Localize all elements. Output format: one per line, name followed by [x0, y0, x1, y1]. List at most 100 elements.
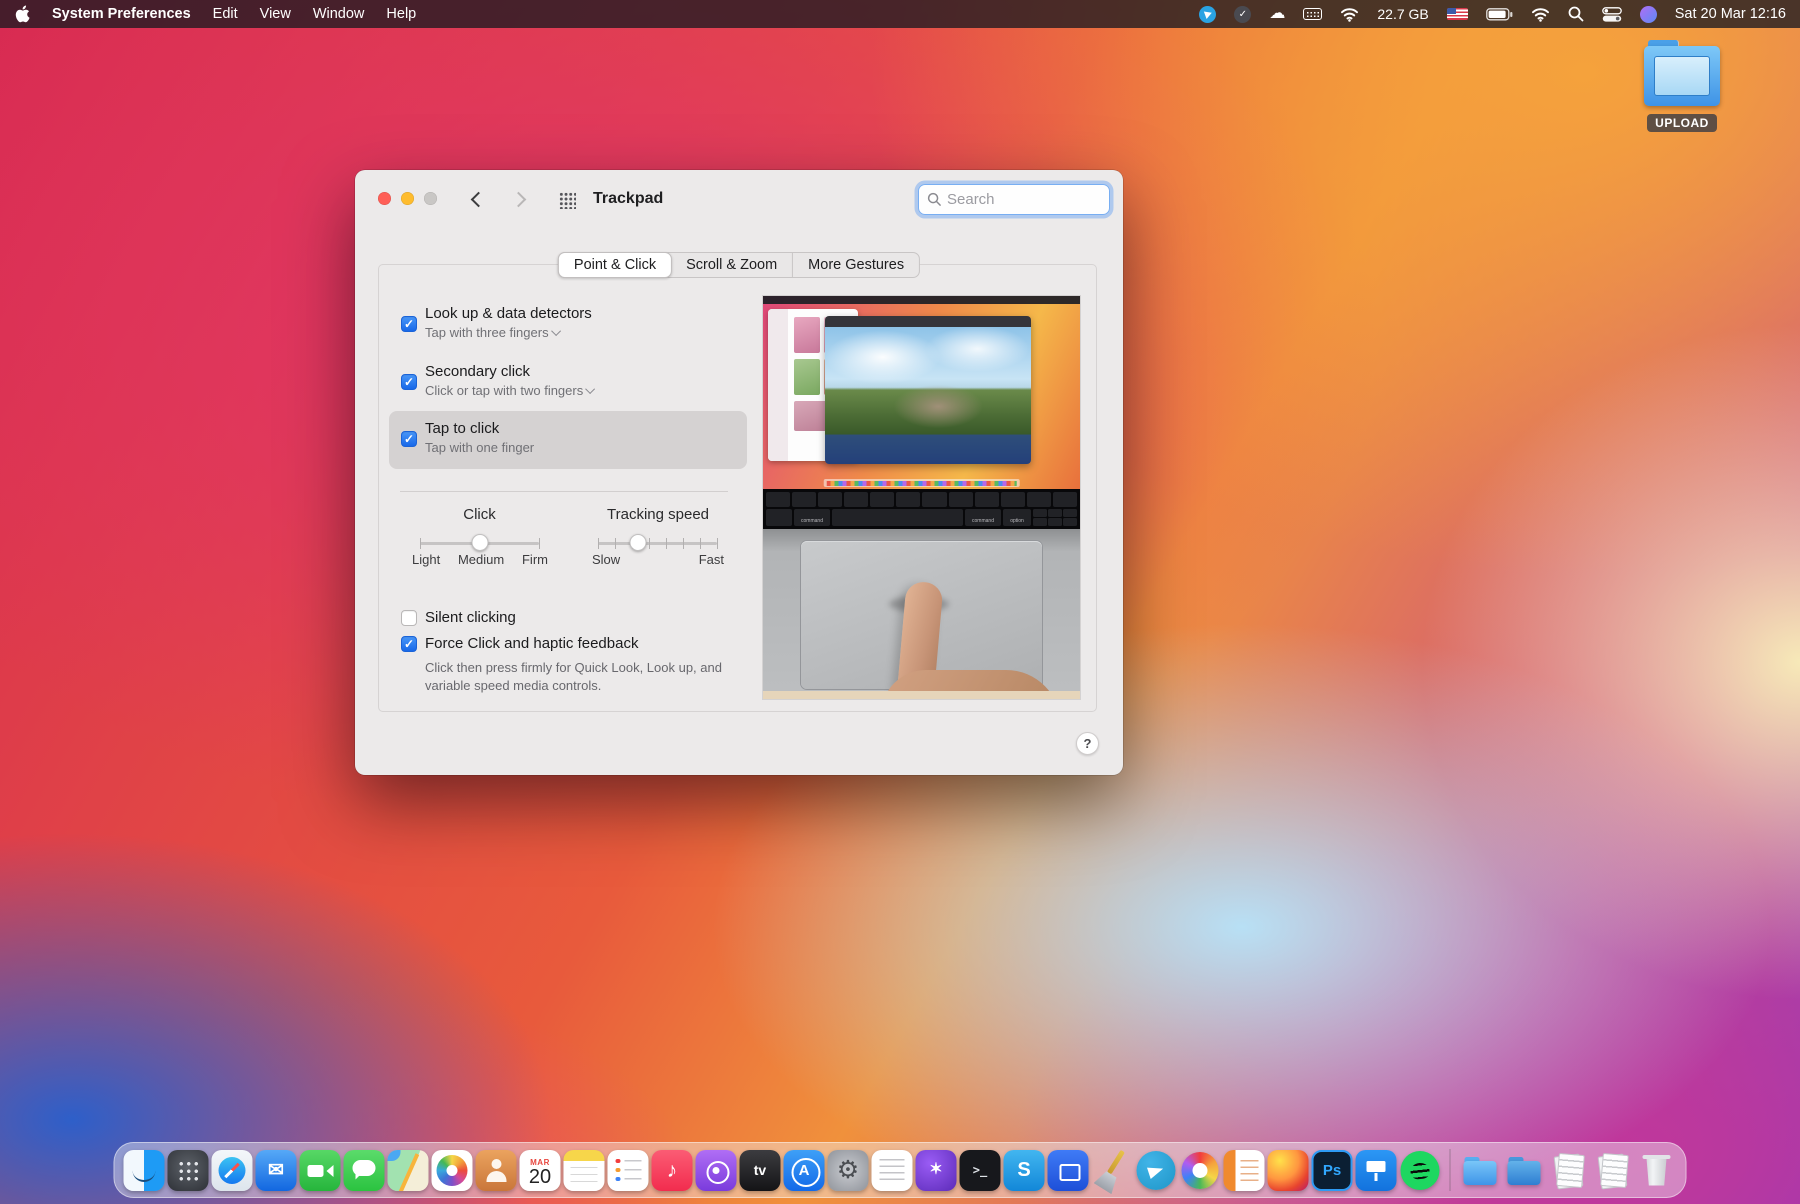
- dock: ✉ MAR 20 ♪ tv A ⚙ ✶ >_ S Ps: [113, 1142, 1687, 1198]
- dock-icon-cleaner[interactable]: [1092, 1150, 1133, 1191]
- checkmark-status-icon[interactable]: ✓: [1234, 5, 1252, 23]
- search-input[interactable]: [947, 191, 1101, 208]
- telegram-status-icon[interactable]: [1199, 5, 1217, 23]
- dock-icon-music[interactable]: ♪: [651, 1149, 693, 1191]
- silent-clicking-row: ✓ Silent clicking: [401, 609, 516, 626]
- dock-icon-blue-app[interactable]: [1047, 1149, 1089, 1191]
- preview-keyboard: command command option: [763, 489, 1080, 529]
- force-click-label: Force Click and haptic feedback: [425, 635, 639, 652]
- help-button[interactable]: ?: [1076, 732, 1099, 755]
- dock-icon-notes[interactable]: [563, 1149, 605, 1191]
- dock-icon-system-preferences[interactable]: ⚙: [827, 1149, 869, 1191]
- tap-to-click-checkbox[interactable]: ✓: [401, 431, 417, 447]
- tab-scroll-and-zoom[interactable]: Scroll & Zoom: [671, 253, 794, 277]
- setting-detail: Tap with three fingers: [425, 325, 549, 340]
- menu-help[interactable]: Help: [386, 6, 416, 22]
- system-preferences-window: Trackpad Point & Click Scroll & Zoom Mor…: [355, 170, 1123, 775]
- dock-icon-photoshop[interactable]: Ps: [1311, 1149, 1353, 1191]
- search-field[interactable]: [918, 184, 1110, 215]
- wifi-icon[interactable]: [1340, 7, 1359, 22]
- storage-indicator[interactable]: 22.7 GB: [1377, 6, 1428, 22]
- divider: [400, 491, 728, 492]
- menu-app-name[interactable]: System Preferences: [52, 6, 191, 22]
- menu-window[interactable]: Window: [313, 6, 365, 22]
- force-click-checkbox[interactable]: ✓: [401, 635, 417, 652]
- close-button[interactable]: [378, 192, 391, 205]
- dock-icon-trash[interactable]: [1636, 1150, 1677, 1191]
- dock-icon-maps[interactable]: [387, 1149, 429, 1191]
- dock-icon-finder[interactable]: [123, 1149, 165, 1191]
- window-title: Trackpad: [593, 190, 664, 207]
- zoom-button[interactable]: [424, 192, 437, 205]
- show-all-grid-icon[interactable]: [559, 192, 576, 209]
- click-label-light: Light: [412, 552, 441, 567]
- dock-icon-facetime[interactable]: [299, 1149, 341, 1191]
- dock-icon-documents-folder[interactable]: [1504, 1150, 1545, 1191]
- cloud-icon[interactable]: ☁: [1269, 6, 1285, 22]
- dock-icon-downloads-folder[interactable]: [1460, 1150, 1501, 1191]
- dock-icon-document-stack-2[interactable]: [1592, 1150, 1633, 1191]
- dock-icon-firefox[interactable]: [1267, 1149, 1309, 1191]
- tracking-slider-title: Tracking speed: [607, 506, 709, 523]
- setting-detail: Tap with one finger: [425, 440, 535, 455]
- dock-icon-tv[interactable]: tv: [739, 1149, 781, 1191]
- window-titlebar[interactable]: Trackpad: [355, 170, 1123, 228]
- keyboard-icon[interactable]: [1303, 8, 1323, 20]
- spotlight-icon[interactable]: [1568, 6, 1584, 22]
- silent-clicking-checkbox[interactable]: ✓: [401, 609, 417, 626]
- tracking-label-fast: Fast: [698, 552, 724, 567]
- dock-icon-terminal[interactable]: >_: [959, 1149, 1001, 1191]
- tracking-slider-thumb[interactable]: [629, 534, 647, 551]
- dock-icon-orange-document-app[interactable]: [1223, 1149, 1265, 1191]
- secondary-click-checkbox[interactable]: ✓: [401, 374, 417, 390]
- setting-label: Secondary click: [425, 363, 531, 380]
- dock-icon-colorful-app[interactable]: [1180, 1150, 1221, 1191]
- dock-icon-contacts[interactable]: [475, 1149, 517, 1191]
- dock-icon-messages[interactable]: [343, 1149, 385, 1191]
- chevron-down-icon[interactable]: [585, 384, 596, 395]
- menubar-clock[interactable]: Sat 20 Mar 12:16: [1675, 6, 1786, 22]
- lookup-checkbox[interactable]: ✓: [401, 316, 417, 332]
- dock-icon-keynote[interactable]: [1355, 1149, 1397, 1191]
- chevron-down-icon[interactable]: [550, 326, 561, 337]
- dock-icon-photos[interactable]: [431, 1149, 473, 1191]
- dock-icon-launchpad[interactable]: [167, 1149, 209, 1191]
- control-center-icon[interactable]: [1601, 6, 1622, 22]
- dock-icon-document-stack[interactable]: [1548, 1150, 1589, 1191]
- dock-separator: [1449, 1149, 1451, 1191]
- dock-icon-skype[interactable]: S: [1003, 1149, 1045, 1191]
- preview-mini-dock: [823, 479, 1020, 487]
- apple-menu-icon[interactable]: [14, 5, 30, 23]
- tab-more-gestures[interactable]: More Gestures: [793, 253, 919, 277]
- click-slider[interactable]: [420, 533, 540, 553]
- upload-folder[interactable]: UPLOAD: [1636, 40, 1728, 132]
- wifi-icon-2[interactable]: [1531, 7, 1550, 22]
- click-label-medium: Medium: [457, 552, 505, 567]
- dock-icon-app-store[interactable]: A: [783, 1149, 825, 1191]
- dock-icon-purple-app[interactable]: ✶: [915, 1149, 957, 1191]
- dock-icon-podcasts[interactable]: [695, 1149, 737, 1191]
- tab-point-and-click[interactable]: Point & Click: [557, 252, 673, 278]
- dock-icon-textedit[interactable]: [871, 1149, 913, 1191]
- battery-icon[interactable]: [1485, 7, 1513, 21]
- back-button[interactable]: [470, 191, 487, 208]
- gear-icon: ⚙: [836, 1155, 860, 1184]
- dock-icon-safari[interactable]: [211, 1149, 253, 1191]
- dock-icon-calendar[interactable]: MAR 20: [519, 1149, 561, 1191]
- tracking-speed-slider[interactable]: [598, 533, 718, 553]
- menu-edit[interactable]: Edit: [213, 6, 238, 22]
- preview-command-key: command: [965, 509, 1001, 526]
- forward-button[interactable]: [510, 191, 527, 208]
- dock-icon-reminders[interactable]: [607, 1149, 649, 1191]
- dock-icon-mail[interactable]: ✉: [255, 1149, 297, 1191]
- minimize-button[interactable]: [401, 192, 414, 205]
- dock-icon-spotify[interactable]: [1400, 1150, 1441, 1191]
- terminal-glyph: >_: [972, 1163, 988, 1177]
- dock-icon-telegram[interactable]: [1136, 1150, 1177, 1191]
- click-slider-thumb[interactable]: [471, 534, 488, 551]
- preview-option-key: option: [1003, 509, 1031, 526]
- star-glyph: ✶: [929, 1161, 943, 1178]
- user-avatar-icon[interactable]: [1639, 5, 1657, 23]
- menu-view[interactable]: View: [260, 6, 291, 22]
- us-flag-icon[interactable]: [1446, 8, 1468, 20]
